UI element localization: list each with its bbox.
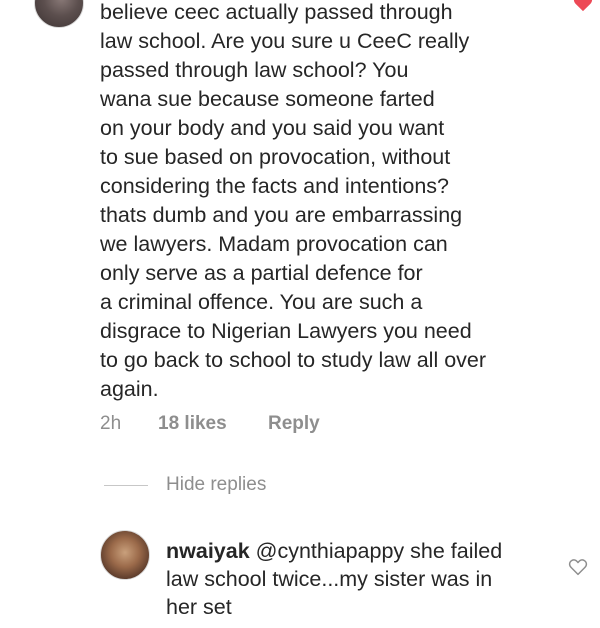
comment-line: again. <box>100 377 159 401</box>
comment-line: considering the facts and intentions? <box>100 174 450 198</box>
heart-outline-icon[interactable] <box>568 558 588 576</box>
comment-line: a criminal offence. You are such a <box>100 290 423 314</box>
comment-line: disgrace to Nigerian Lawyers you need <box>100 319 472 343</box>
comment-line: law school. Are you sure u CeeC really <box>100 29 470 53</box>
comment-timestamp: 2h <box>100 413 122 434</box>
comment-line: to sue based on provocation, without <box>100 145 451 169</box>
reply-username-link[interactable]: nwaiyak <box>166 539 250 563</box>
comment-line: to go back to school to study law all ov… <box>100 348 487 372</box>
comment-line: passed through law school? You <box>100 58 409 82</box>
reply-avatar[interactable] <box>100 530 150 580</box>
reply-line: law school twice...my sister was in <box>166 567 493 591</box>
hide-replies-label[interactable]: Hide replies <box>166 474 266 496</box>
comment-line: on your body and you said you want <box>100 116 445 140</box>
heart-filled-icon[interactable] <box>572 0 594 12</box>
reply-text: nwaiyak @cynthiapappy she failed law sch… <box>166 537 566 621</box>
replies-divider <box>104 484 148 486</box>
reply-line: nwaiyak @cynthiapappy she failed <box>166 537 566 565</box>
comment-line: believe ceec actually passed through <box>100 0 453 24</box>
commenter-avatar[interactable] <box>34 0 84 28</box>
reply-line: her set <box>166 595 232 619</box>
reply-mention-text: @cynthiapappy she failed <box>249 539 503 563</box>
comment-line: we lawyers. Madam provocation can <box>100 232 448 256</box>
hide-replies-toggle[interactable]: Hide replies <box>104 474 266 496</box>
comment-line: wana sue because someone farted <box>100 87 435 111</box>
reply-button[interactable]: Reply <box>268 413 320 435</box>
comment-meta: 2h 18 likes Reply <box>100 413 320 435</box>
comment-text: believe ceec actually passed through law… <box>100 0 570 404</box>
likes-count-link[interactable]: 18 likes <box>158 413 268 435</box>
comment-line: only serve as a partial defence for <box>100 261 423 285</box>
comment-line: thats dumb and you are embarrassing <box>100 203 463 227</box>
